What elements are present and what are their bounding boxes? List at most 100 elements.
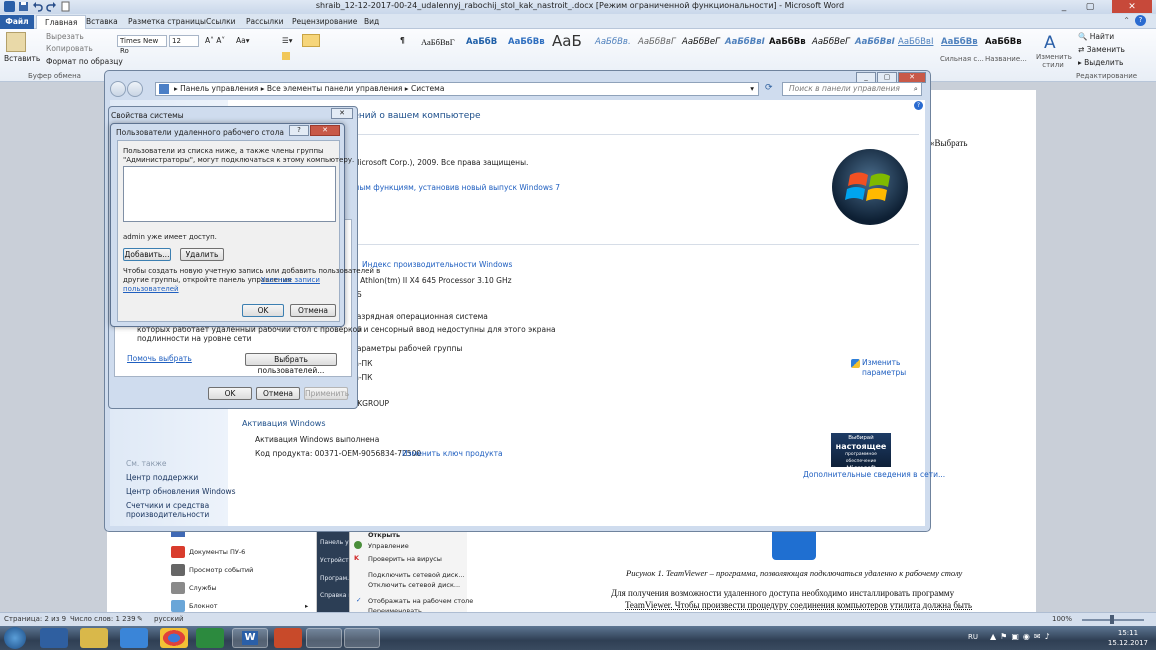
style-heading2[interactable]: АаБбВв xyxy=(508,37,545,47)
tab-file[interactable]: Файл xyxy=(0,15,34,29)
taskbar-excel-icon[interactable] xyxy=(196,628,224,648)
user-accounts-link[interactable]: Учетные записи xyxy=(261,276,320,284)
style-subtle-reference[interactable]: АаБбВвІ xyxy=(898,37,933,47)
bullets-icon[interactable]: ☰▾ xyxy=(282,36,293,45)
font-size-field[interactable]: 12 xyxy=(169,35,199,47)
cancel-button[interactable]: Отмена xyxy=(256,387,300,400)
sidebar-link-windows-update[interactable]: Центр обновления Windows xyxy=(126,487,236,496)
style-intense-quote[interactable]: АаБбВвІ xyxy=(855,37,895,47)
minimize-button[interactable]: _ xyxy=(1052,0,1076,13)
cut-button[interactable]: Вырезать xyxy=(46,32,84,41)
add-user-button[interactable]: Добавить... xyxy=(123,248,171,261)
zoom-level[interactable]: 100% xyxy=(1052,615,1072,623)
taskbar-sysprop-active[interactable] xyxy=(344,628,380,648)
tab-review[interactable]: Рецензирование xyxy=(284,15,365,29)
style-subtitle[interactable]: АаБбВв. xyxy=(595,37,631,47)
select-users-button[interactable]: Выбрать пользователей... xyxy=(245,353,337,375)
grow-font-icon[interactable]: A˄ A˅ xyxy=(205,36,225,45)
paste-icon[interactable] xyxy=(6,32,26,52)
dialog-close-button[interactable]: ✕ xyxy=(310,125,340,136)
taskbar-word-icon[interactable] xyxy=(40,628,68,648)
clock[interactable]: 15:11 15.12.2017 xyxy=(1108,628,1148,648)
help-me-choose-link[interactable]: Помочь выбрать xyxy=(127,354,192,363)
back-button[interactable] xyxy=(110,81,126,97)
more-info-link[interactable]: Дополнительные сведения в сети... xyxy=(803,470,945,479)
chevron-down-icon[interactable]: ▾ xyxy=(750,83,754,95)
find-icon[interactable]: 🔍 xyxy=(1078,32,1087,41)
dialog-help-button[interactable]: ? xyxy=(289,125,309,136)
forward-button[interactable] xyxy=(127,81,143,97)
align-left-icon[interactable] xyxy=(282,52,290,60)
performance-index-link[interactable]: Индекс производительности Windows xyxy=(362,260,512,269)
taskbar-java-icon[interactable] xyxy=(274,628,302,648)
address-bar[interactable]: ▸ Панель управления ▸ Все элементы панел… xyxy=(155,82,759,96)
cp-help-icon[interactable]: ? xyxy=(914,101,923,110)
style-normal[interactable]: АаБбВвГ xyxy=(421,37,455,47)
breadcrumb-all-items[interactable]: Все элементы панели управления xyxy=(267,84,403,93)
ok-button[interactable]: OK xyxy=(208,387,252,400)
style-intense-reference[interactable]: АаБбВв xyxy=(941,37,978,47)
proofing-icon[interactable]: ✎ xyxy=(137,615,143,623)
style-quote[interactable]: АаБбВеГ xyxy=(812,37,850,47)
show-formatting-icon[interactable]: ¶ xyxy=(400,36,405,45)
replace-button[interactable]: ⇄ Заменить xyxy=(1078,45,1125,54)
redo-icon[interactable] xyxy=(46,1,57,12)
taskbar-control-panel-active[interactable] xyxy=(306,628,342,648)
taskbar-word-active[interactable]: W xyxy=(232,628,268,648)
apply-button[interactable]: Применить xyxy=(304,387,349,400)
breadcrumb-system[interactable]: Система xyxy=(411,84,444,93)
maximize-button[interactable]: ▢ xyxy=(1078,0,1102,13)
select-button[interactable]: ▸ Выделить xyxy=(1078,58,1123,67)
help-icon[interactable]: ? xyxy=(1135,15,1146,26)
tab-references[interactable]: Ссылки xyxy=(198,15,243,29)
close-button[interactable]: ✕ xyxy=(1112,0,1152,13)
style-intense-emphasis[interactable]: АаБбВвІ xyxy=(725,37,765,47)
rdu-cancel-button[interactable]: Отмена xyxy=(290,304,336,317)
users-list[interactable] xyxy=(123,166,336,222)
taskbar-explorer-icon[interactable] xyxy=(80,628,108,648)
search-icon[interactable]: ⌕ xyxy=(914,83,918,95)
remove-user-button[interactable]: Удалить xyxy=(180,248,224,261)
user-accounts-link-cont[interactable]: пользователей xyxy=(123,285,179,293)
numbering-icon[interactable] xyxy=(302,34,320,47)
style-subtle-emphasis[interactable]: АаБбВвГ xyxy=(638,37,676,47)
minimize-ribbon-icon[interactable]: ⌃ xyxy=(1123,16,1130,25)
save-icon[interactable] xyxy=(18,1,29,12)
tab-insert[interactable]: Вставка xyxy=(78,15,126,29)
taskbar-ie-icon[interactable] xyxy=(120,628,148,648)
undo-icon[interactable] xyxy=(32,1,43,12)
taskbar-chrome-icon[interactable] xyxy=(160,628,188,648)
genuine-microsoft-badge[interactable]: Выбирай настоящее программное обеспечени… xyxy=(831,433,891,472)
language-indicator[interactable]: русский xyxy=(154,615,184,623)
find-label[interactable]: Найти xyxy=(1090,32,1114,41)
style-emphasis[interactable]: АаБбВеГ xyxy=(682,37,720,47)
sidebar-link-action-center[interactable]: Центр поддержки xyxy=(126,473,198,482)
refresh-icon[interactable]: ⟳ xyxy=(765,83,773,93)
change-styles-button[interactable]: Изменить стили xyxy=(1036,53,1072,69)
start-button[interactable] xyxy=(4,627,26,649)
word-icon[interactable] xyxy=(4,1,15,12)
change-styles-icon[interactable]: A xyxy=(1042,32,1062,50)
style-title[interactable]: АаБ xyxy=(552,32,582,50)
tab-view[interactable]: Вид xyxy=(356,15,387,29)
style-heading1[interactable]: АаБбВ xyxy=(466,37,497,47)
style-book-title[interactable]: АаБбВв xyxy=(985,37,1022,47)
breadcrumb-control-panel[interactable]: Панель управления xyxy=(180,84,258,93)
font-name-field[interactable]: Times New Ro xyxy=(117,35,167,55)
paste-button[interactable]: Вставить xyxy=(4,54,40,63)
zoom-slider-thumb[interactable] xyxy=(1110,615,1114,624)
style-strong[interactable]: АаБбВв xyxy=(769,37,806,47)
format-painter-button[interactable]: Формат по образцу xyxy=(46,57,123,66)
sidebar-link-performance[interactable]: Счетчики и средства производительности xyxy=(126,501,226,519)
change-case-icon[interactable]: Аа▾ xyxy=(236,36,250,45)
word-count[interactable]: Число слов: 1 239 xyxy=(70,615,136,623)
upgrade-link[interactable]: ьным функциям, установив новый выпуск Wi… xyxy=(350,183,560,192)
language-bar[interactable]: RU xyxy=(968,633,978,641)
rdu-ok-button[interactable]: OK xyxy=(242,304,284,317)
new-document-icon[interactable] xyxy=(60,1,71,12)
change-settings-link[interactable]: Изменить параметры xyxy=(862,358,912,378)
change-product-key-link[interactable]: Изменить ключ продукта xyxy=(402,449,503,458)
page-indicator[interactable]: Страница: 2 из 9 xyxy=(4,615,66,623)
tray-icons[interactable]: ▲⚑▣◉✉♪ xyxy=(990,632,1054,641)
search-input[interactable]: Поиск в панели управления ⌕ xyxy=(782,82,922,96)
